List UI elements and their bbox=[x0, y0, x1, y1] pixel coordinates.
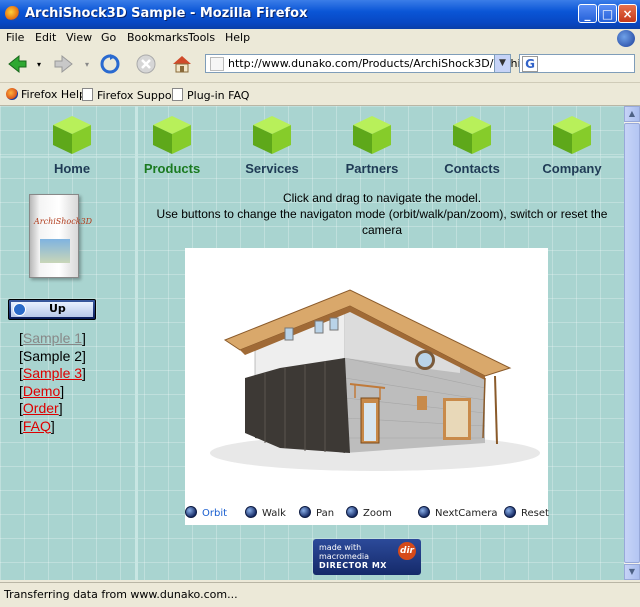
sample-link-item: [Sample 3] bbox=[19, 365, 86, 381]
stop-icon[interactable] bbox=[135, 53, 157, 75]
address-bar[interactable]: http://www.dunako.com/Products/ArchiShoc… bbox=[205, 54, 559, 73]
nav-company[interactable]: Company bbox=[527, 106, 617, 181]
control-orbit-button[interactable]: Orbit bbox=[185, 506, 227, 519]
nav-label: Partners bbox=[345, 161, 399, 176]
control-pan-button[interactable]: Pan bbox=[299, 506, 334, 519]
status-bar: Transferring data from www.dunako.com... bbox=[0, 582, 640, 607]
bookmark-firefox-support[interactable]: Firefox Support bbox=[82, 88, 180, 102]
menu-bookmarks[interactable]: Bookmarks bbox=[127, 31, 188, 44]
firefox-icon bbox=[5, 6, 20, 21]
radio-dot-icon bbox=[418, 506, 430, 518]
window-title: ArchiShock3D Sample - Mozilla Firefox bbox=[25, 6, 308, 21]
house-model-image bbox=[210, 289, 540, 471]
menu-help[interactable]: Help bbox=[225, 31, 250, 44]
nav-label: Contacts bbox=[444, 161, 500, 176]
menu-tools[interactable]: Tools bbox=[188, 31, 215, 44]
green-cube-icon bbox=[353, 116, 391, 154]
green-cube-icon bbox=[53, 116, 91, 154]
green-cube-icon bbox=[553, 116, 591, 154]
page-icon bbox=[82, 88, 93, 101]
sample-link: Sample 2 bbox=[22, 347, 83, 364]
address-dropdown-icon[interactable]: ▼ bbox=[494, 55, 510, 72]
page-content: Home Products Services Partners Contacts Comp… bbox=[0, 106, 624, 580]
google-icon[interactable]: G bbox=[522, 56, 538, 72]
nav-label: Services bbox=[245, 161, 299, 176]
green-cube-icon bbox=[153, 116, 191, 154]
nav-services[interactable]: Services bbox=[227, 106, 317, 181]
sample-link[interactable]: Sample 3 bbox=[23, 365, 82, 381]
sample-link[interactable]: Demo bbox=[23, 383, 60, 399]
sample-link-item: [Order] bbox=[19, 400, 63, 416]
menu-file[interactable]: File bbox=[6, 31, 24, 44]
bookmark-plugin-faq[interactable]: Plug-in FAQ bbox=[172, 88, 249, 102]
maximize-button[interactable]: □ bbox=[598, 4, 617, 23]
page-icon bbox=[210, 57, 224, 71]
instructions: Click and drag to navigate the model. Us… bbox=[140, 190, 624, 238]
sample-link-item: [Sample 1] bbox=[19, 330, 86, 346]
control-nextcamera-button[interactable]: NextCamera bbox=[418, 506, 498, 519]
sample-link-item: [FAQ] bbox=[19, 417, 55, 434]
nav-label: Company bbox=[542, 161, 602, 176]
scroll-thumb[interactable] bbox=[624, 123, 640, 563]
forward-icon[interactable] bbox=[53, 53, 75, 75]
throbber-icon bbox=[617, 30, 635, 47]
sample-link[interactable]: Sample 1 bbox=[23, 330, 82, 346]
sample-link-item: [Sample 2] bbox=[19, 347, 86, 364]
search-input[interactable]: G bbox=[519, 54, 635, 73]
sample-links: [Sample 1] [Sample 2] [Sample 3] [Demo] [Ord… bbox=[19, 330, 86, 435]
back-dropdown-icon[interactable]: ▾ bbox=[37, 60, 41, 69]
home-icon[interactable] bbox=[171, 53, 193, 75]
control-zoom-button[interactable]: Zoom bbox=[346, 506, 392, 519]
radio-dot-icon bbox=[299, 506, 311, 518]
nav-label: Home bbox=[53, 161, 91, 176]
scroll-down-icon[interactable]: ▼ bbox=[624, 564, 640, 580]
sample-link-item: [Demo] bbox=[19, 382, 65, 399]
sample-link[interactable]: FAQ bbox=[23, 418, 51, 434]
forward-dropdown-icon[interactable]: ▾ bbox=[85, 60, 89, 69]
page-icon bbox=[172, 88, 183, 101]
model-controls: Orbit Walk Pan Zoom NextCamera Reset bbox=[185, 506, 555, 522]
radio-dot-icon bbox=[245, 506, 257, 518]
product-thumbnail bbox=[40, 239, 70, 263]
bookmarks-toolbar: Firefox Help Firefox Support Plug-in FAQ bbox=[0, 83, 640, 106]
firefox-icon bbox=[6, 88, 18, 100]
3d-model-viewer[interactable] bbox=[185, 248, 548, 525]
vertical-scrollbar[interactable]: ▲ ▼ bbox=[624, 106, 640, 580]
menu-go[interactable]: Go bbox=[101, 31, 116, 44]
product-box-image: ArchiShock3D bbox=[29, 194, 92, 278]
up-icon bbox=[13, 303, 26, 316]
control-walk-button[interactable]: Walk bbox=[245, 506, 286, 519]
nav-products[interactable]: Products bbox=[127, 106, 217, 181]
sample-link[interactable]: Order bbox=[23, 400, 59, 416]
green-cube-icon bbox=[453, 116, 491, 154]
instructions-line2: Use buttons to change the navigaton mode… bbox=[156, 207, 608, 237]
green-cube-icon bbox=[253, 116, 291, 154]
radio-dot-icon bbox=[346, 506, 358, 518]
control-reset-button[interactable]: Reset bbox=[504, 506, 549, 519]
minimize-button[interactable]: _ bbox=[578, 4, 597, 23]
director-logo-icon: dir bbox=[398, 542, 416, 560]
radio-dot-icon bbox=[185, 506, 197, 518]
back-icon[interactable] bbox=[6, 53, 28, 75]
menu-view[interactable]: View bbox=[66, 31, 92, 44]
close-button[interactable]: × bbox=[618, 4, 637, 23]
radio-dot-icon bbox=[504, 506, 516, 518]
nav-home[interactable]: Home bbox=[27, 106, 117, 181]
status-text: Transferring data from www.dunako.com... bbox=[4, 588, 238, 601]
product-brand: ArchiShock3D bbox=[34, 217, 93, 226]
nav-label: Products bbox=[143, 161, 201, 176]
reload-icon[interactable] bbox=[99, 53, 121, 75]
up-button[interactable]: Up bbox=[8, 299, 96, 320]
nav-contacts[interactable]: Contacts bbox=[427, 106, 517, 181]
instructions-line1: Click and drag to navigate the model. bbox=[282, 191, 482, 205]
title-bar: ArchiShock3D Sample - Mozilla Firefox _ … bbox=[0, 0, 640, 29]
director-badge[interactable]: made with macromedia DIRECTOR MX dir bbox=[313, 539, 421, 575]
nav-partners[interactable]: Partners bbox=[327, 106, 417, 181]
menu-edit[interactable]: Edit bbox=[35, 31, 56, 44]
menu-bar: File Edit View Go Bookmarks Tools Help bbox=[0, 29, 640, 48]
bookmark-firefox-help[interactable]: Firefox Help bbox=[6, 88, 86, 101]
scroll-up-icon[interactable]: ▲ bbox=[624, 106, 640, 122]
